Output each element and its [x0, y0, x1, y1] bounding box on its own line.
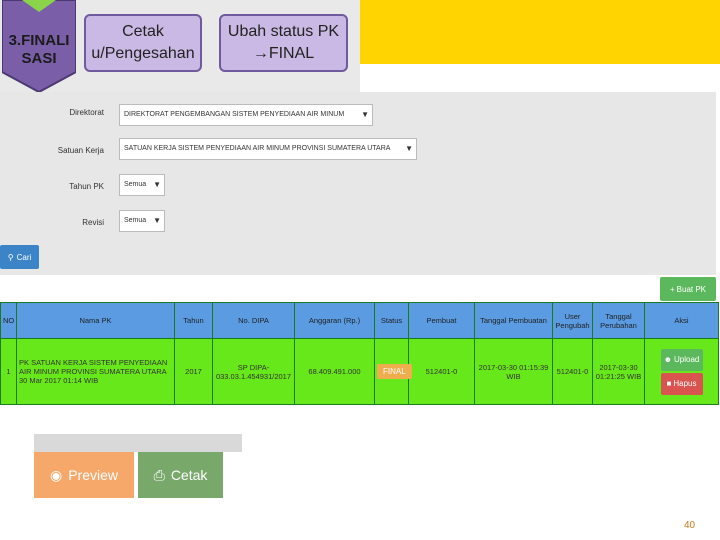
hapus-label: Hapus — [673, 379, 697, 388]
cari-label: Cari — [16, 252, 32, 262]
column-header-user-pengubah: User Pengubah — [552, 302, 593, 339]
tahun-pk-value: Semua — [124, 181, 147, 188]
cell-tahun: 2017 — [174, 338, 213, 405]
revisi-select[interactable]: Semua ▼ — [119, 210, 165, 232]
column-header-status: Status — [374, 302, 409, 339]
column-header-no-dipa: No. DIPA — [212, 302, 295, 339]
search-icon: ⚲ — [7, 252, 14, 262]
satuan-kerja-label: Satuan Kerja — [57, 146, 104, 155]
caret-down-icon: ▼ — [153, 180, 161, 189]
plus-icon: + — [669, 284, 675, 294]
revisi-value: Semua — [124, 217, 147, 224]
direktorat-label: Direktorat — [69, 108, 104, 117]
cell-no-dipa: SP DIPA-033.03.1.454931/2017 — [212, 338, 295, 405]
satuan-kerja-select[interactable]: SATUAN KERJA SISTEM PENYEDIAAN AIR MINUM… — [119, 138, 417, 160]
highlight-banner — [360, 0, 720, 64]
filter-panel: Direktorat DIREKTORAT PENGEMBANGAN SISTE… — [0, 92, 716, 275]
upload-label: Upload — [674, 355, 700, 364]
hapus-button[interactable]: ■ Hapus — [660, 372, 703, 395]
slide: 3.FINALI SASI Cetak u/Pengesahan Ubah st… — [0, 0, 720, 540]
user-icon: ☻ — [663, 355, 673, 364]
direktorat-select[interactable]: DIREKTORAT PENGEMBANGAN SISTEM PENYEDIAA… — [119, 104, 373, 126]
upload-button[interactable]: ☻ Upload — [660, 348, 703, 371]
column-header-anggaran: Anggaran (Rp.) — [294, 302, 375, 339]
step-label: 3.FINALI SASI — [8, 32, 70, 67]
step-ubah-status: Ubah status PK →FINAL — [219, 14, 348, 72]
column-header-tahun: Tahun — [174, 302, 213, 339]
trash-icon: ■ — [666, 379, 672, 388]
button-group-bar — [34, 434, 242, 452]
cell-status: FINAL — [374, 338, 412, 405]
status-badge: FINAL — [377, 364, 412, 379]
cetak-button[interactable]: ⎙ Cetak — [138, 452, 223, 498]
cell-anggaran: 68.409.491.000 — [294, 338, 375, 405]
caret-down-icon: ▼ — [153, 216, 161, 225]
tahun-pk-select[interactable]: Semua ▼ — [119, 174, 165, 196]
column-header-tanggal-pembuatan: Tanggal Pembuatan — [474, 302, 553, 339]
cari-button[interactable]: ⚲ Cari — [0, 245, 39, 269]
page-number: 40 — [684, 520, 696, 531]
revisi-label: Revisi — [82, 218, 104, 227]
eye-icon: ◉ — [49, 466, 63, 483]
preview-button[interactable]: ◉ Preview — [34, 452, 134, 498]
column-header-nama-pk: Nama PK — [16, 302, 175, 339]
cell-nama-pk: PK SATUAN KERJA SISTEM PENYEDIAAN AIR MI… — [16, 338, 175, 405]
cell-aksi: ☻ Upload ■ Hapus — [644, 338, 719, 405]
table-row: 1 PK SATUAN KERJA SISTEM PENYEDIAAN AIR … — [0, 338, 719, 405]
column-header-pembuat: Pembuat — [408, 302, 475, 339]
caret-down-icon: ▼ — [405, 144, 413, 153]
table-header-row: NO Nama PK Tahun No. DIPA Anggaran (Rp.)… — [0, 302, 719, 339]
caret-down-icon: ▼ — [361, 110, 369, 119]
cell-tanggal-perubahan: 2017-03-30 01:21:25 WIB — [592, 338, 645, 405]
tahun-pk-label: Tahun PK — [69, 182, 104, 191]
cetak-label: Cetak — [170, 467, 208, 483]
direktorat-value: DIREKTORAT PENGEMBANGAN SISTEM PENYEDIAA… — [124, 111, 345, 118]
step-header: 3.FINALI SASI Cetak u/Pengesahan Ubah st… — [0, 0, 360, 92]
buat-pk-button[interactable]: + Buat PK — [660, 277, 716, 301]
column-header-tanggal-perubahan: Tanggal Perubahan — [592, 302, 645, 339]
satuan-kerja-value: SATUAN KERJA SISTEM PENYEDIAAN AIR MINUM… — [124, 145, 391, 152]
cell-user-pengubah: 512401-0 — [552, 338, 593, 405]
step-cetak-pengesahan: Cetak u/Pengesahan — [84, 14, 202, 72]
step-shield: 3.FINALI SASI — [2, 0, 76, 92]
column-header-aksi: Aksi — [644, 302, 719, 339]
pk-table: NO Nama PK Tahun No. DIPA Anggaran (Rp.)… — [0, 302, 719, 405]
cell-tanggal-pembuatan: 2017-03-30 01:15:39 WIB — [474, 338, 553, 405]
buat-pk-label: Buat PK — [676, 284, 707, 294]
column-header-no: NO — [0, 302, 17, 339]
preview-label: Preview — [68, 467, 118, 483]
printer-icon: ⎙ — [153, 466, 165, 483]
cell-no: 1 — [0, 338, 17, 405]
cell-pembuat: 512401-0 — [408, 338, 475, 405]
